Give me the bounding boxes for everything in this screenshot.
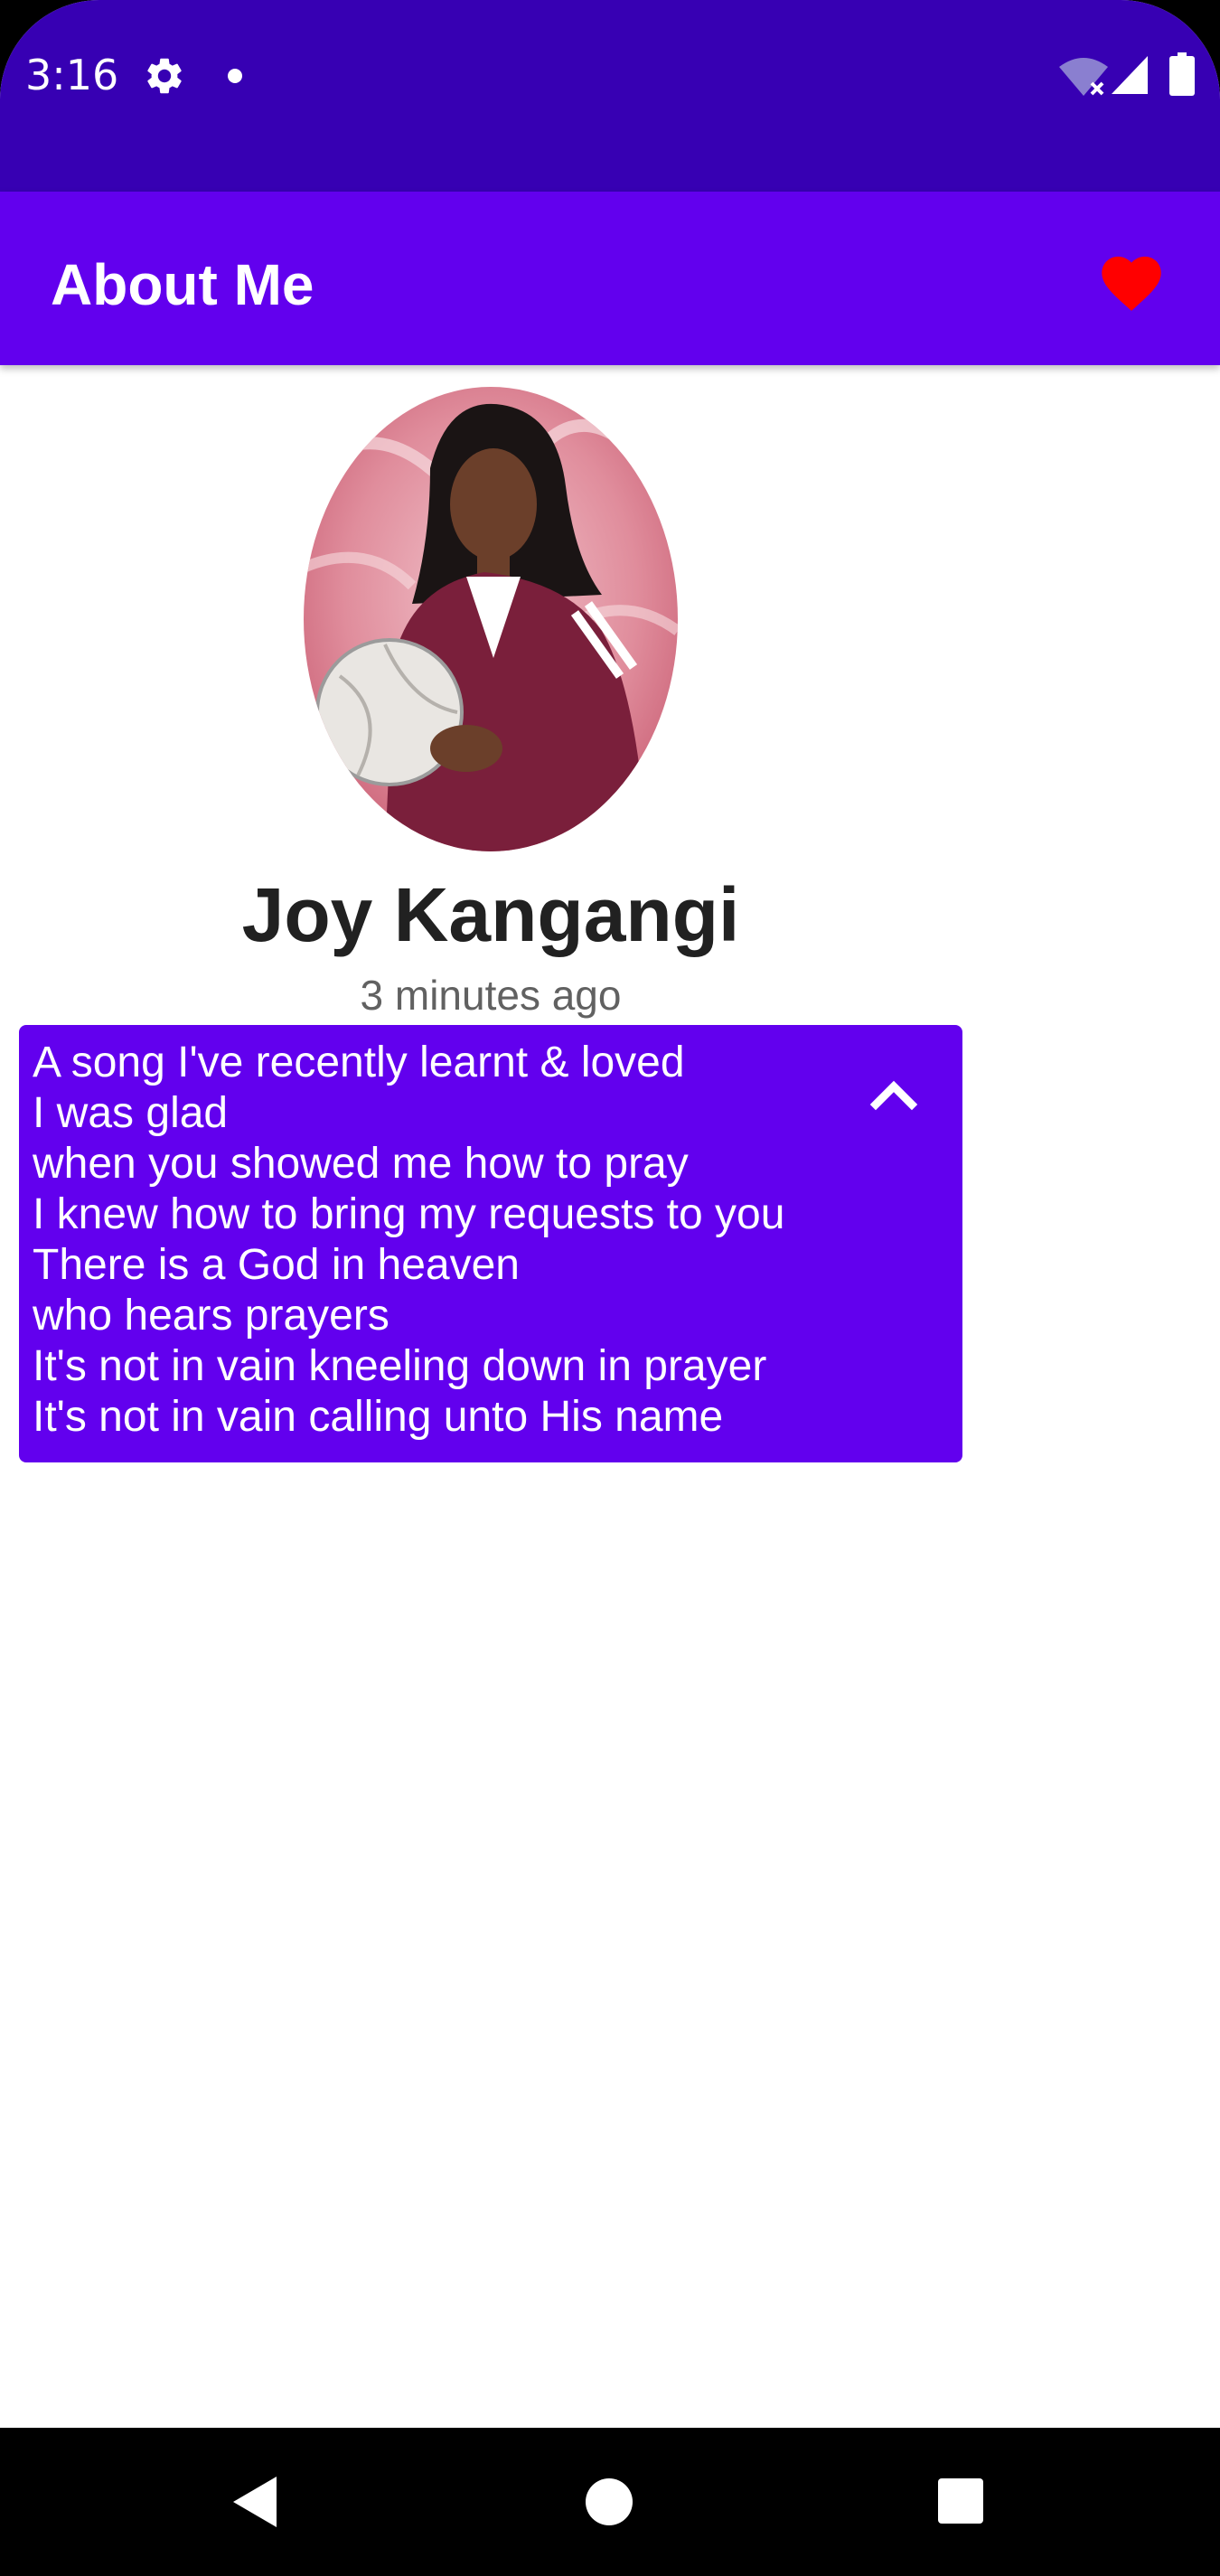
chevron-up-icon[interactable] <box>850 1052 937 1139</box>
profile-avatar <box>304 387 678 851</box>
lyric-line: It's not in vain kneeling down in prayer <box>33 1342 767 1390</box>
profile-name: Joy Kangangi <box>241 872 740 957</box>
page-title: About Me <box>51 252 314 317</box>
navigation-bar <box>0 2428 1220 2576</box>
battery-icon <box>1169 52 1195 96</box>
lyric-line: There is a God in heaven <box>33 1241 520 1289</box>
recents-icon[interactable] <box>938 2478 983 2524</box>
gear-icon <box>147 58 182 94</box>
profile-timestamp: 3 minutes ago <box>360 972 622 1019</box>
notification-dot-icon <box>228 69 242 83</box>
lyric-line: when you showed me how to pray <box>33 1140 689 1188</box>
lyric-line: I was glad <box>33 1089 229 1137</box>
profile-photo <box>304 387 678 851</box>
lyric-line: It's not in vain calling unto His name <box>33 1393 724 1441</box>
lyric-line: who hears prayers <box>33 1292 389 1340</box>
app-screen: 3:16 About Me Joy Kangangi 3 minutes ago… <box>0 0 1220 2576</box>
app-bar: About Me <box>0 192 1220 365</box>
lyrics-card[interactable]: A song I've recently learnt & loved I wa… <box>19 1025 962 1462</box>
back-icon[interactable] <box>231 2475 278 2529</box>
lyric-line: A song I've recently learnt & loved <box>33 1039 685 1086</box>
lyric-line: I knew how to bring my requests to you <box>33 1190 785 1238</box>
device-screen: 3:16 About Me Joy Kangangi 3 minutes ago… <box>0 0 1220 2576</box>
status-bar: 3:16 <box>0 0 1220 192</box>
status-time: 3:16 <box>25 51 119 99</box>
home-icon[interactable] <box>586 2478 633 2525</box>
wifi-off-icon <box>1059 58 1108 96</box>
heart-icon[interactable] <box>1095 248 1168 313</box>
signal-icon <box>1112 56 1148 94</box>
